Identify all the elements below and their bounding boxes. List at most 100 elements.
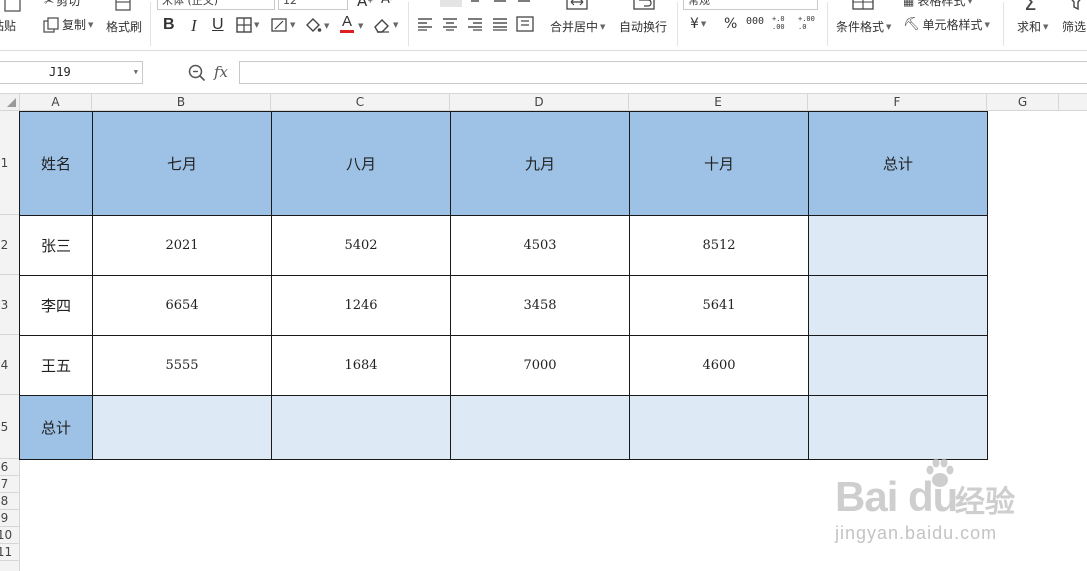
- wrap-text-icon[interactable]: [633, 0, 655, 12]
- row-header-1[interactable]: 1: [0, 111, 20, 215]
- filter-icon[interactable]: [1066, 0, 1086, 11]
- header-cell-total[interactable]: 总计: [808, 111, 988, 216]
- copy-button[interactable]: 复制 ▼: [43, 16, 93, 33]
- row-header-4[interactable]: 4: [0, 335, 20, 395]
- name-box[interactable]: J19 ▼: [0, 61, 143, 84]
- header-cell-name[interactable]: 姓名: [19, 111, 93, 216]
- total-row-label[interactable]: 总计: [19, 395, 93, 460]
- total-cell[interactable]: [808, 395, 988, 460]
- name-cell[interactable]: 张三: [19, 215, 93, 276]
- paste-button[interactable]: [2, 0, 24, 13]
- align-bottom-button[interactable]: [492, 0, 508, 7]
- row-header-11[interactable]: 11: [0, 544, 20, 561]
- column-header-a[interactable]: A: [20, 94, 92, 111]
- total-cell[interactable]: [629, 395, 809, 460]
- grow-font-icon[interactable]: A +: [357, 0, 373, 10]
- total-cell[interactable]: [808, 215, 988, 276]
- value-cell[interactable]: 4503: [450, 215, 630, 276]
- thousands-button[interactable]: 000: [746, 16, 764, 27]
- select-all-corner[interactable]: [0, 94, 20, 111]
- percent-button[interactable]: %: [724, 16, 737, 32]
- align-right-icon[interactable]: [467, 17, 483, 31]
- value-cell[interactable]: 8512: [629, 215, 809, 276]
- name-cell[interactable]: 李四: [19, 275, 93, 336]
- name-cell[interactable]: 王五: [19, 335, 93, 396]
- format-painter-button[interactable]: 格式刷: [106, 18, 142, 35]
- row-header-7[interactable]: 7: [0, 476, 20, 493]
- wrap-text-button[interactable]: 自动换行: [619, 18, 667, 35]
- row-header-5[interactable]: 5: [0, 395, 20, 459]
- chevron-down-icon[interactable]: ▼: [358, 22, 363, 30]
- fx-icon[interactable]: fx: [214, 63, 228, 81]
- conditional-format-icon[interactable]: [852, 0, 874, 12]
- cut-button[interactable]: ✂ 剪切: [44, 0, 80, 9]
- conditional-format-button[interactable]: 条件格式 ▼: [836, 18, 891, 35]
- column-header-f[interactable]: F: [808, 94, 987, 111]
- merge-center-button[interactable]: 合并居中 ▼: [550, 18, 605, 35]
- clear-format-button[interactable]: ▼: [373, 17, 398, 33]
- italic-button[interactable]: I: [191, 16, 197, 36]
- font-size-select[interactable]: 12: [278, 0, 348, 10]
- column-header-b[interactable]: B: [92, 94, 271, 111]
- value-cell[interactable]: 2021: [92, 215, 272, 276]
- value-cell[interactable]: 1246: [271, 275, 451, 336]
- format-painter-icon[interactable]: [113, 0, 133, 13]
- value-cell[interactable]: 6654: [92, 275, 272, 336]
- align-center-icon[interactable]: [442, 17, 458, 31]
- font-color-button[interactable]: A: [340, 14, 354, 33]
- row-header-12[interactable]: [0, 561, 20, 571]
- merge-center-icon[interactable]: [566, 0, 588, 12]
- column-header-c[interactable]: C: [271, 94, 450, 111]
- column-header-e[interactable]: E: [629, 94, 808, 111]
- zoom-icon[interactable]: [188, 64, 206, 82]
- column-header-g[interactable]: G: [987, 94, 1059, 111]
- cell-style-button[interactable]: ⛏ 单元格样式 ▼: [903, 16, 990, 33]
- row-header-2[interactable]: 2: [0, 215, 20, 275]
- increase-decimal-button[interactable]: +.0 .00: [772, 15, 792, 31]
- fill-color-button[interactable]: ▼: [304, 17, 329, 34]
- value-cell[interactable]: 1684: [271, 335, 451, 396]
- font-name-select[interactable]: 宋体 (正文): [157, 0, 275, 10]
- currency-button[interactable]: ¥ ▼: [690, 16, 706, 32]
- shrink-font-icon[interactable]: A-: [381, 0, 392, 7]
- value-cell[interactable]: 7000: [450, 335, 630, 396]
- align-middle-button[interactable]: [467, 0, 483, 7]
- align-left-icon[interactable]: [417, 17, 433, 31]
- total-cell[interactable]: [271, 395, 451, 460]
- borders-button[interactable]: ▼: [236, 17, 259, 33]
- fill-pattern-button[interactable]: ▼: [271, 17, 295, 33]
- header-cell-september[interactable]: 九月: [450, 111, 630, 216]
- table-style-button[interactable]: ▦ 表格样式 ▼: [903, 0, 973, 9]
- total-cell[interactable]: [808, 275, 988, 336]
- decrease-decimal-button[interactable]: +.00 .0: [798, 15, 818, 31]
- row-header-3[interactable]: 3: [0, 275, 20, 335]
- value-cell[interactable]: 5555: [92, 335, 272, 396]
- row-header-6[interactable]: 6: [0, 459, 20, 476]
- bold-button[interactable]: B: [163, 16, 175, 34]
- header-cell-october[interactable]: 十月: [629, 111, 809, 216]
- total-cell[interactable]: [808, 335, 988, 396]
- total-cell[interactable]: [92, 395, 272, 460]
- underline-button[interactable]: U: [212, 16, 224, 34]
- chevron-down-icon[interactable]: ▼: [134, 62, 138, 83]
- value-cell[interactable]: 4600: [629, 335, 809, 396]
- sum-button[interactable]: 求和 ▼: [1017, 18, 1048, 35]
- row-header-8[interactable]: 8: [0, 493, 20, 510]
- header-cell-july[interactable]: 七月: [92, 111, 272, 216]
- row-header-10[interactable]: 10: [0, 527, 20, 544]
- header-cell-august[interactable]: 八月: [271, 111, 451, 216]
- justify-icon[interactable]: [492, 17, 508, 31]
- value-cell[interactable]: 5641: [629, 275, 809, 336]
- paste-label[interactable]: 粘贴: [0, 17, 16, 34]
- column-header-d[interactable]: D: [450, 94, 629, 111]
- row-header-9[interactable]: 9: [0, 510, 20, 527]
- orientation-button[interactable]: [516, 0, 532, 7]
- align-top-button[interactable]: [440, 0, 462, 7]
- number-format-select[interactable]: 常规: [683, 0, 818, 10]
- value-cell[interactable]: 3458: [450, 275, 630, 336]
- formula-input[interactable]: [239, 61, 1087, 84]
- value-cell[interactable]: 5402: [271, 215, 451, 276]
- distributed-align-icon[interactable]: [516, 16, 534, 32]
- column-header-h[interactable]: [1059, 94, 1087, 111]
- total-cell[interactable]: [450, 395, 630, 460]
